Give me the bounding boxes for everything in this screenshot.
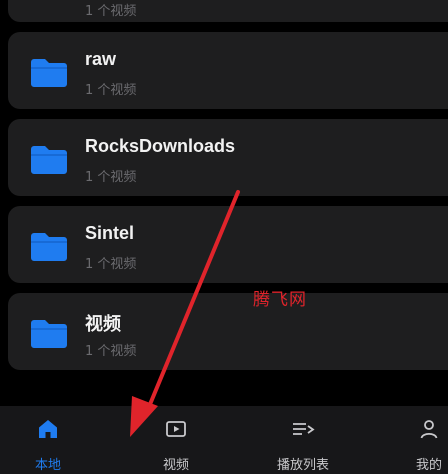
tab-label: 播放列表 <box>276 458 329 473</box>
tab-mine[interactable]: 我的 <box>384 406 448 474</box>
bottom-tab-bar: 本地 视频 播放列表 我的 <box>0 406 448 474</box>
folder-video-count: 1 个视频 <box>85 257 137 272</box>
folder-video-count: 1 个视频 <box>85 83 137 98</box>
folder-list: 1 个视频 raw 1 个视频 RocksDownloads 1 个视频 Sin… <box>0 0 448 406</box>
tab-playlist[interactable]: 播放列表 <box>258 406 348 474</box>
folder-card-raw[interactable]: raw 1 个视频 <box>8 32 448 109</box>
folder-card-rocksdownloads[interactable]: RocksDownloads 1 个视频 <box>8 119 448 196</box>
folder-name: 视频 <box>85 314 121 334</box>
folder-video-count: 1 个视频 <box>85 344 137 359</box>
tab-label: 我的 <box>415 458 442 473</box>
tab-local[interactable]: 本地 <box>3 406 93 474</box>
folder-name: Sintel <box>85 223 135 243</box>
folder-name: raw <box>85 49 117 69</box>
person-icon <box>418 418 440 444</box>
folder-card-sintel[interactable]: Sintel 1 个视频 <box>8 206 448 283</box>
tab-video[interactable]: 视频 <box>131 406 221 474</box>
tab-label: 本地 <box>34 458 61 473</box>
folder-video-count: 1 个视频 <box>85 4 137 19</box>
folder-card[interactable]: 1 个视频 <box>8 0 448 22</box>
folder-icon <box>31 318 67 348</box>
tab-label: 视频 <box>162 458 189 473</box>
folder-icon <box>31 57 67 87</box>
folder-icon <box>31 231 67 261</box>
watermark-text: 腾飞网 <box>253 290 307 310</box>
folder-name: RocksDownloads <box>85 136 236 156</box>
folder-icon <box>31 144 67 174</box>
home-icon <box>37 418 59 444</box>
folder-video-count: 1 个视频 <box>85 170 137 185</box>
folder-card-video[interactable]: 视频 1 个视频 <box>8 293 448 370</box>
play-box-icon <box>165 418 187 444</box>
playlist-icon <box>291 418 315 444</box>
